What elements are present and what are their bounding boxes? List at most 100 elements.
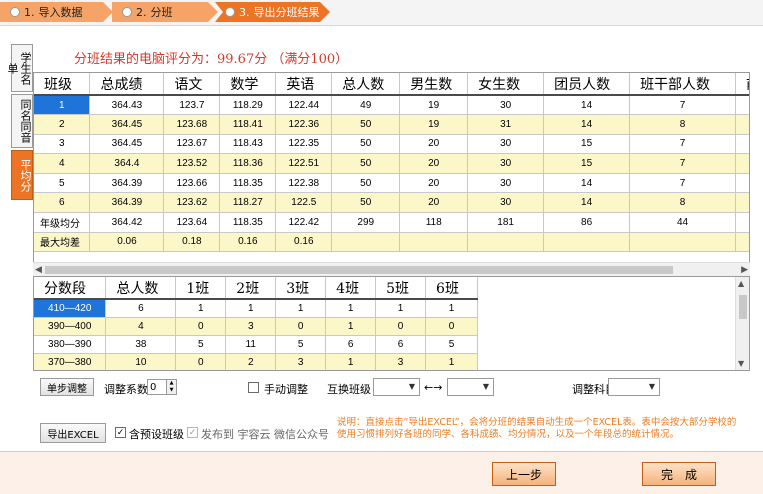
class-header-6[interactable]: 男生数 (399, 73, 469, 96)
table-cell[interactable]: 15 (543, 134, 631, 155)
table-row[interactable]: 5 364.39 123.66 118.35 122.38 50 20 30 14 7 (34, 173, 749, 194)
table-row[interactable]: 年级均分 364.42 123.64 118.35 122.42 299 118 181 86 4… (34, 212, 749, 233)
table-cell[interactable]: 20 (399, 153, 469, 174)
table-cell[interactable]: 118.43 (219, 134, 277, 155)
table-cell[interactable]: 50 (331, 134, 401, 155)
export-excel-button[interactable]: 导出EXCEL (40, 423, 106, 443)
table-cell[interactable]: 0.16 (219, 232, 277, 253)
spinner-arrows-icon[interactable]: ▲ ▼ (166, 380, 176, 394)
scroll-thumb[interactable] (45, 266, 673, 274)
table-cell[interactable]: 364.45 (89, 114, 165, 135)
table-cell[interactable]: 8 (629, 192, 736, 214)
table-cell[interactable]: 6 (105, 299, 177, 318)
table-row[interactable]: 2 364.45 123.68 118.41 122.36 50 19 31 14 8 (34, 114, 749, 135)
prev-button[interactable]: 上一步 (492, 462, 556, 486)
table-cell[interactable]: 410—420 (34, 299, 107, 318)
manual-adjust-checkbox[interactable] (248, 382, 259, 393)
table-cell[interactable]: 118.27 (219, 192, 277, 214)
publish-checkbox[interactable]: ✓ (187, 427, 198, 438)
table-cell[interactable]: 30 (467, 192, 545, 214)
table-cell[interactable]: 3 (375, 353, 427, 370)
finish-button[interactable]: 完 成 (642, 462, 716, 486)
table-cell[interactable]: 1 (325, 317, 377, 336)
table-cell[interactable] (735, 173, 749, 194)
table-cell[interactable]: 20 (399, 173, 469, 194)
include-preset-checkbox[interactable]: ✓ (115, 427, 126, 438)
table-cell[interactable]: 0 (425, 317, 478, 336)
table-cell[interactable]: 8 (629, 114, 736, 135)
table-cell[interactable]: 年级均分 (34, 212, 91, 233)
table-cell[interactable]: 0.06 (89, 232, 165, 253)
score-header-1[interactable]: 总人数 (105, 277, 177, 300)
scroll-up-icon[interactable]: ▲ (738, 279, 744, 288)
table-cell[interactable]: 最大均差 (34, 232, 91, 253)
step-import[interactable]: 1. 导入数据 (0, 2, 113, 22)
table-row[interactable]: 390—400 4 0 3 0 1 0 0 (34, 317, 478, 336)
table-cell[interactable]: 1 (425, 299, 478, 318)
table-cell[interactable]: 4 (34, 153, 91, 174)
table-cell[interactable] (735, 114, 749, 135)
table-row[interactable]: 380—390 38 5 11 5 6 6 5 (34, 335, 478, 354)
table-cell[interactable] (735, 232, 749, 253)
table-cell[interactable]: 4 (105, 317, 177, 336)
table-cell[interactable]: 122.36 (275, 114, 333, 135)
table-cell[interactable]: 1 (225, 299, 277, 318)
tab-student-list[interactable]: 学生名单 (6, 44, 33, 92)
table-cell[interactable]: 364.43 (89, 95, 165, 116)
table-cell[interactable]: 1 (325, 353, 377, 370)
table-cell[interactable]: 5 (175, 335, 227, 354)
table-cell[interactable]: 1 (375, 299, 427, 318)
step-export[interactable]: 3. 导出分班结果 (215, 2, 330, 22)
table-cell[interactable]: 122.44 (275, 95, 333, 116)
table-cell[interactable]: 2 (225, 353, 277, 370)
table-cell[interactable]: 50 (331, 173, 401, 194)
table-cell[interactable]: 364.45 (89, 134, 165, 155)
table-cell[interactable]: 30 (467, 173, 545, 194)
table-cell[interactable]: 1 (175, 299, 227, 318)
table-cell[interactable]: 50 (331, 192, 401, 214)
score-header-6[interactable]: 5班 (375, 277, 427, 300)
table-cell[interactable] (735, 153, 749, 174)
table-cell[interactable]: 122.42 (275, 212, 333, 233)
table-cell[interactable]: 5 (34, 173, 91, 194)
horizontal-scrollbar[interactable]: ◀ ▶ (33, 262, 750, 276)
table-cell[interactable]: 123.7 (163, 95, 221, 116)
table-cell[interactable]: 0.16 (275, 232, 333, 253)
table-cell[interactable]: 14 (543, 173, 631, 194)
table-cell[interactable]: 44 (629, 212, 736, 233)
table-cell[interactable]: 2 (34, 114, 91, 135)
table-cell[interactable]: 30 (467, 153, 545, 174)
step-split[interactable]: 2. 分班 (112, 2, 218, 22)
table-cell[interactable]: 390—400 (34, 317, 107, 336)
scroll-thumb[interactable] (739, 295, 747, 319)
tab-average[interactable]: 平均分 (11, 150, 33, 200)
table-cell[interactable]: 15 (543, 153, 631, 174)
class-header-2[interactable]: 语文 (163, 73, 221, 96)
table-cell[interactable]: 14 (543, 114, 631, 135)
table-cell[interactable]: 6 (325, 335, 377, 354)
table-cell[interactable]: 1 (325, 299, 377, 318)
class-header-9[interactable]: 班干部人数 (629, 73, 736, 96)
table-cell[interactable] (629, 232, 736, 253)
table-cell[interactable]: 6 (375, 335, 427, 354)
table-cell[interactable]: 0.18 (163, 232, 221, 253)
table-cell[interactable]: 123.68 (163, 114, 221, 135)
table-cell[interactable]: 19 (399, 114, 469, 135)
single-step-button[interactable]: 单步调整 (40, 378, 94, 396)
class-header-5[interactable]: 总人数 (331, 73, 401, 96)
table-cell[interactable]: 7 (629, 153, 736, 174)
table-cell[interactable]: 118.29 (219, 95, 277, 116)
class-header-8[interactable]: 团员人数 (543, 73, 631, 96)
table-cell[interactable]: 11 (225, 335, 277, 354)
table-row[interactable]: 6 364.39 123.62 118.27 122.5 50 20 30 14 8 (34, 192, 749, 214)
table-cell[interactable]: 181 (467, 212, 545, 233)
table-cell[interactable]: 370—380 (34, 353, 107, 370)
table-cell[interactable]: 7 (629, 95, 736, 116)
table-cell[interactable] (399, 232, 469, 253)
table-cell[interactable]: 3 (275, 353, 327, 370)
table-row[interactable]: 1 364.43 123.7 118.29 122.44 49 19 30 14 7 (34, 95, 749, 116)
table-cell[interactable]: 6 (34, 192, 91, 214)
swap-class-from-select[interactable]: ▼ (373, 378, 420, 396)
table-cell[interactable]: 118.41 (219, 114, 277, 135)
table-cell[interactable]: 1 (425, 353, 478, 370)
